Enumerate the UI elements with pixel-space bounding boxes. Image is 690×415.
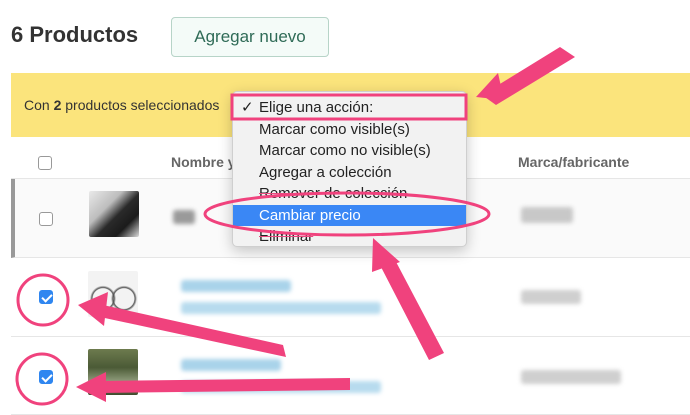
column-header-brand[interactable]: Marca/fabricante [518, 154, 629, 170]
checkmark-icon: ✓ [241, 99, 254, 116]
selection-summary: Con 2 productos seleccionados [24, 97, 220, 113]
product-name-blurred-line2[interactable] [181, 302, 381, 314]
table-row[interactable] [11, 258, 690, 337]
brand-blurred [521, 207, 573, 223]
brand-blurred [521, 370, 621, 384]
product-bicycle-thumbnail[interactable] [88, 271, 138, 317]
action-choose[interactable]: ✓ Elige una acción: [233, 97, 466, 119]
page-title: 6 Productos [11, 22, 139, 47]
action-delete[interactable]: Eliminar [233, 226, 466, 248]
table-row[interactable] [11, 337, 690, 415]
product-name-blurred-line2[interactable] [181, 381, 381, 393]
add-new-button[interactable]: Agregar nuevo [171, 17, 329, 57]
row-checkbox-checked[interactable] [39, 290, 53, 304]
action-add-to-collection[interactable]: Agregar a colección [233, 162, 466, 184]
brand-blurred [521, 290, 581, 304]
row-checkbox-checked[interactable] [39, 370, 53, 384]
select-all-checkbox[interactable] [38, 156, 52, 170]
product-name-blurred[interactable] [173, 210, 195, 224]
action-mark-not-visible[interactable]: Marcar como no visible(s) [233, 140, 466, 162]
product-name-blurred[interactable] [181, 280, 291, 292]
bulk-action-dropdown[interactable]: ✓ Elige una acción: Marcar como visible(s… [232, 91, 467, 247]
action-mark-visible[interactable]: Marcar como visible(s) [233, 119, 466, 141]
product-outdoor-thumbnail[interactable] [88, 349, 138, 395]
row-checkbox[interactable] [39, 212, 53, 226]
column-header-name[interactable]: Nombre y [171, 154, 236, 170]
product-name-blurred[interactable] [181, 359, 281, 371]
action-change-price[interactable]: Cambiar precio [233, 204, 466, 226]
product-shoe-thumbnail[interactable] [89, 191, 139, 237]
action-remove-from-collection[interactable]: Remover de colección [233, 183, 466, 205]
